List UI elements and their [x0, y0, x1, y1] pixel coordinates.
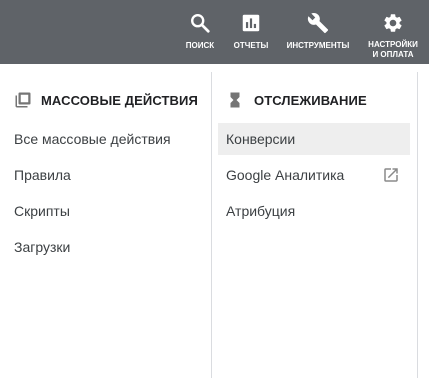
menu-item-label: Загрузки [14, 239, 71, 255]
menu-item-label: Атрибуция [226, 203, 296, 219]
bar-chart-icon [242, 14, 260, 32]
menu-item-label: Правила [14, 167, 71, 183]
menu-item-label: Конверсии [226, 131, 296, 147]
tracking-column: ОТСЛЕЖИВАНИЕ Конверсии Google Аналитика … [212, 64, 417, 378]
tracking-title: ОТСЛЕЖИВАНИЕ [254, 92, 367, 108]
top-toolbar: ПОИСК ОТЧЕТЫ ИНСТРУМЕНТЫ НАСТРОЙКИ И ОПЛ… [0, 0, 429, 64]
settings-label-line2: И ОПЛАТА [372, 50, 414, 59]
menu-item-label: Скрипты [14, 203, 70, 219]
menu-item-attribution[interactable]: Атрибуция [218, 195, 410, 227]
reports-label: ОТЧЕТЫ [233, 41, 269, 50]
wrench-icon [307, 13, 329, 34]
menu-item-conversions[interactable]: Конверсии [218, 123, 410, 155]
settings-label-line1: НАСТРОЙКИ [368, 40, 418, 49]
menu-item-scripts[interactable]: Скрипты [14, 195, 70, 227]
settings-button[interactable]: НАСТРОЙКИ И ОПЛАТА [364, 0, 422, 64]
menu-item-rules[interactable]: Правила [14, 159, 71, 191]
menu-item-uploads[interactable]: Загрузки [14, 231, 70, 263]
menu-item-all-bulk-actions[interactable]: Все массовые действия [14, 123, 171, 155]
menu-item-google-analytics[interactable]: Google Аналитика [218, 159, 410, 191]
hourglass-icon [230, 92, 240, 108]
column-divider [417, 72, 418, 378]
search-button[interactable]: ПОИСК [181, 0, 219, 64]
copy-stack-icon [15, 92, 31, 108]
search-label: ПОИСК [185, 41, 215, 50]
bulk-actions-header: МАССОВЫЕ ДЕЙСТВИЯ [14, 91, 198, 109]
menu-item-label: Все массовые действия [14, 131, 171, 147]
external-link-icon [384, 168, 398, 182]
tools-label: ИНСТРУМЕНТЫ [286, 41, 350, 50]
reports-button[interactable]: ОТЧЕТЫ [228, 0, 274, 64]
menu-item-label: Google Аналитика [226, 167, 345, 183]
tools-button[interactable]: ИНСТРУМЕНТЫ [283, 0, 353, 64]
bulk-actions-column: МАССОВЫЕ ДЕЙСТВИЯ Все массовые действия … [0, 64, 211, 378]
gear-icon [384, 14, 402, 32]
tracking-header: ОТСЛЕЖИВАНИЕ [226, 91, 367, 109]
search-icon [191, 14, 210, 33]
bulk-actions-title: МАССОВЫЕ ДЕЙСТВИЯ [41, 92, 198, 108]
